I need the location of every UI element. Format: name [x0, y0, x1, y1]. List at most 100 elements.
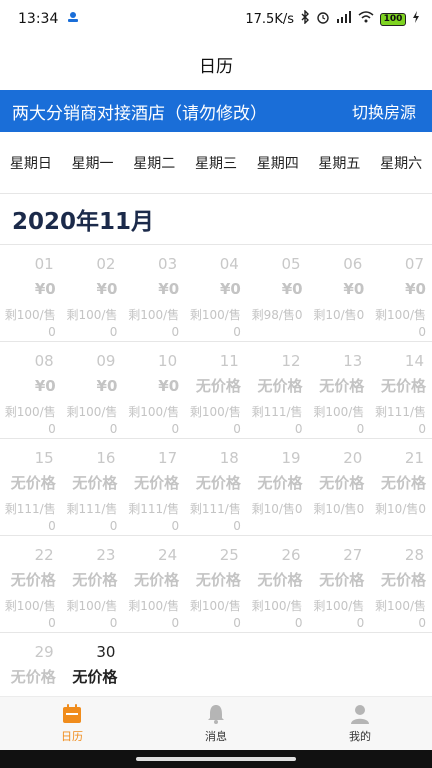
day-stock: 剩100/售0 [251, 599, 303, 630]
calendar-day-cell[interactable]: 25 无价格 剩100/售0 [185, 536, 247, 633]
day-number: 19 [281, 449, 301, 467]
day-number: 13 [343, 352, 363, 370]
day-price: 无价格 [380, 474, 426, 492]
weekday-label: 星期一 [71, 155, 114, 172]
calendar-day-cell[interactable]: 14 无价格 剩111/售0 [370, 342, 432, 439]
day-number: 08 [34, 352, 54, 370]
calendar-day-cell[interactable]: 08 ¥0 剩100/售0 [0, 342, 62, 439]
day-price: 无价格 [10, 474, 56, 492]
day-stock: 剩111/售0 [128, 502, 180, 533]
weekday-label: 星期四 [256, 155, 299, 172]
day-number: 29 [34, 643, 54, 661]
calendar-day-cell[interactable]: 09 ¥0 剩100/售0 [61, 342, 124, 439]
app-notification-icon [66, 10, 80, 28]
day-number: 07 [404, 255, 424, 273]
weekday-label: 星期六 [380, 155, 423, 172]
day-number: 17 [158, 449, 178, 467]
day-price: 无价格 [72, 571, 118, 589]
bottom-tab-bar: 日历 消息 我的 [0, 696, 432, 750]
nav-bar: 日历 [0, 38, 432, 90]
day-number: 25 [219, 546, 239, 564]
day-stock: 剩100/售0 [313, 599, 365, 630]
day-number: 03 [158, 255, 178, 273]
day-stock: 剩100/售0 [375, 599, 426, 630]
hotel-bar: 两大分销商对接酒店（请勿修改） 切换房源 [0, 90, 432, 132]
tab-calendar[interactable]: 日历 [0, 697, 144, 750]
weekday-label: 星期五 [318, 155, 361, 172]
calendar-icon [63, 704, 81, 723]
tab-profile[interactable]: 我的 [288, 697, 432, 750]
calendar-day-cell[interactable]: 19 无价格 剩10/售0 [246, 439, 309, 536]
home-indicator[interactable] [136, 757, 296, 761]
day-number: 26 [281, 546, 301, 564]
day-price: ¥0 [219, 280, 241, 298]
day-price: ¥0 [34, 280, 56, 298]
day-price: 无价格 [257, 571, 303, 589]
day-stock: 剩100/售0 [4, 308, 56, 339]
calendar-day-cell[interactable]: 16 无价格 剩111/售0 [61, 439, 124, 536]
calendar-day-cell[interactable]: 13 无价格 剩100/售0 [308, 342, 371, 439]
day-number: 20 [343, 449, 363, 467]
calendar-grid: 01 ¥0 剩100/售0 02 ¥0 剩100/售0 03 ¥0 剩100/售0 04 ¥0 剩10… [0, 244, 432, 730]
calendar-day-cell[interactable]: 12 无价格 剩111/售0 [246, 342, 309, 439]
day-price: ¥0 [158, 280, 180, 298]
day-number: 21 [404, 449, 424, 467]
tab-label: 消息 [205, 730, 227, 743]
wifi-icon [358, 11, 374, 27]
day-number: 11 [219, 352, 239, 370]
calendar-day-cell[interactable]: 04 ¥0 剩100/售0 [185, 245, 247, 342]
calendar-day-cell[interactable]: 15 无价格剩111/售0 [0, 439, 62, 536]
calendar-day-cell[interactable]: 24 无价格 剩100/售0 [123, 536, 186, 633]
calendar-day-cell[interactable]: 06 ¥0 剩10/售0 [308, 245, 371, 342]
calendar-day-cell[interactable]: 02 ¥0 剩100/售0 [61, 245, 124, 342]
calendar-day-cell[interactable]: 07 ¥0 剩100/售0 [370, 245, 432, 342]
signal-icon [336, 11, 352, 27]
day-stock: 剩100/售0 [66, 405, 118, 436]
day-number: 01 [34, 255, 54, 273]
day-stock: 剩111/售0 [189, 502, 241, 533]
day-price: 无价格 [319, 474, 365, 492]
calendar-day-cell[interactable]: 21 无价格 剩10/售0 [370, 439, 432, 536]
status-right: 17.5K/s 100 [245, 9, 420, 28]
day-stock: 剩111/售0 [4, 502, 56, 533]
day-price: 无价格 [380, 377, 426, 395]
day-stock: 剩100/售0 [66, 308, 118, 339]
system-gesture-bar [0, 750, 432, 768]
calendar-day-cell[interactable]: 18 无价格 剩111/售0 [185, 439, 247, 536]
day-number: 23 [96, 546, 116, 564]
calendar-day-cell[interactable]: 05 ¥0 剩98/售0 [246, 245, 309, 342]
calendar-day-cell[interactable]: 11 无价格 剩100/售0 [185, 342, 247, 439]
day-stock: 剩100/售0 [128, 308, 180, 339]
calendar-day-cell[interactable]: 03 ¥0 剩100/售0 [123, 245, 186, 342]
user-icon [351, 705, 369, 724]
day-price: ¥0 [405, 280, 426, 298]
calendar-day-cell[interactable]: 17 无价格 剩111/售0 [123, 439, 186, 536]
day-stock: 剩10/售0 [313, 308, 365, 322]
calendar-day-cell[interactable]: 23 无价格剩100/售0 [61, 536, 124, 633]
hotel-name: 两大分销商对接酒店（请勿修改） [12, 103, 267, 124]
tab-messages[interactable]: 消息 [144, 697, 288, 750]
calendar-day-cell[interactable]: 26 无价格剩100/售0 [246, 536, 309, 633]
switch-property-button[interactable]: 切换房源 [352, 99, 416, 123]
day-stock: 剩98/售0 [251, 308, 303, 322]
day-stock: 剩100/售0 [375, 308, 426, 339]
weekday-label: 星期日 [9, 155, 52, 172]
status-bar: 13:34 17.5K/s 100 [0, 0, 432, 38]
calendar-day-cell[interactable]: 01 ¥0 剩100/售0 [0, 245, 62, 342]
tab-label: 日历 [61, 730, 83, 743]
page-title: 日历 [199, 56, 233, 77]
day-price: 无价格 [319, 571, 365, 589]
calendar-day-cell[interactable]: 27 无价格 剩100/售0 [308, 536, 371, 633]
day-price: 无价格 [195, 474, 241, 492]
day-number: 15 [34, 449, 54, 467]
calendar-day-cell[interactable]: 22 无价格 剩100/售0 [0, 536, 62, 633]
day-stock: 剩111/售0 [375, 405, 426, 436]
day-stock: 剩10/售0 [313, 502, 365, 516]
calendar-day-cell[interactable]: 10 ¥0 剩100/售0 [123, 342, 186, 439]
day-number: 16 [96, 449, 116, 467]
alarm-icon [316, 10, 330, 28]
calendar-day-cell[interactable]: 20 无价格剩10/售0 [308, 439, 371, 536]
calendar-day-cell[interactable]: 28 无价格 剩100/售0 [370, 536, 432, 633]
day-stock: 剩100/售0 [66, 599, 118, 630]
month-title: 2020年11月 [12, 209, 155, 235]
